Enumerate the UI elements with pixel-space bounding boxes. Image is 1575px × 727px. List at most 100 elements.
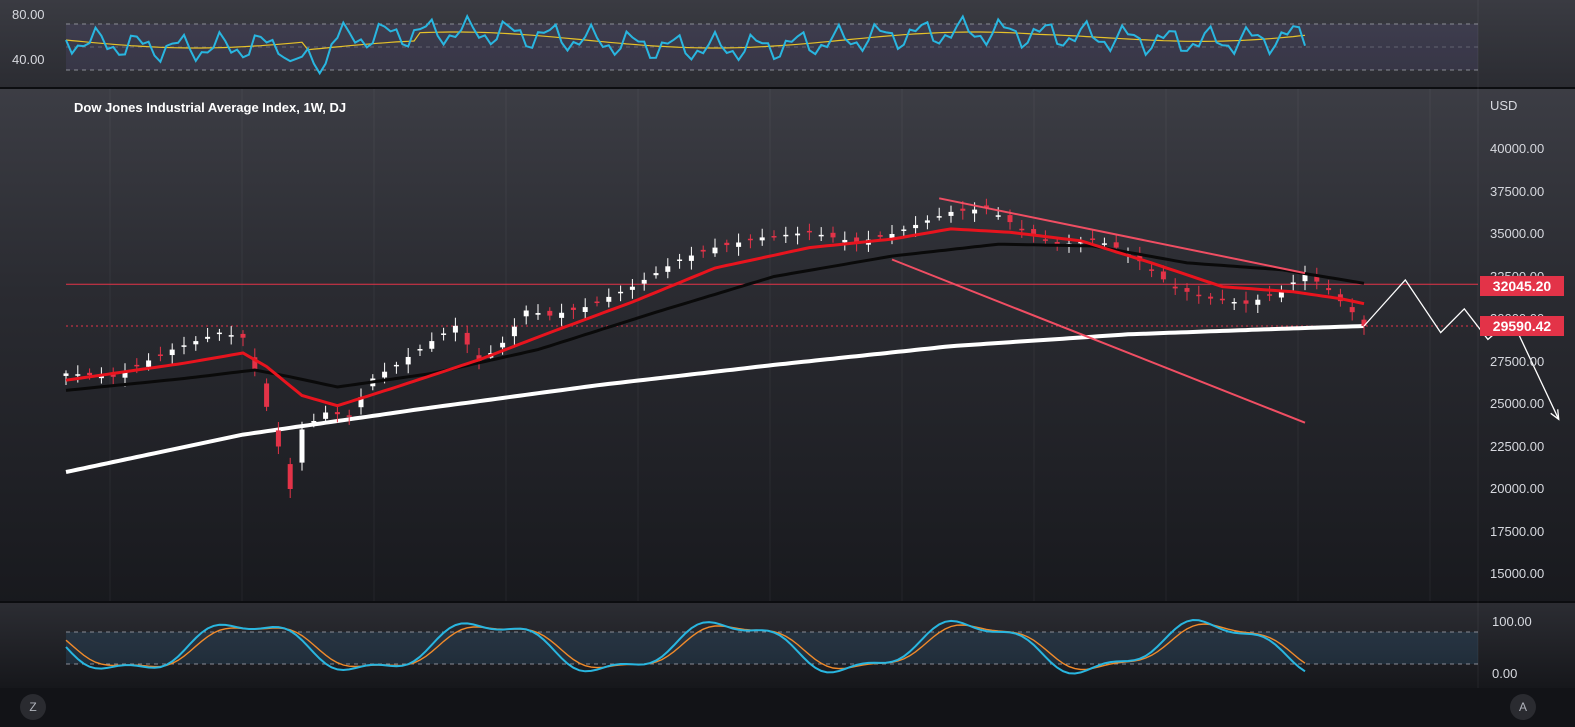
bearish-candle xyxy=(960,208,966,211)
bearish-candle xyxy=(464,332,470,345)
chart-title: Dow Jones Industrial Average Index, 1W, … xyxy=(74,100,347,115)
bearish-candle xyxy=(1349,307,1355,313)
bullish-candle xyxy=(559,312,565,318)
bearish-candle xyxy=(700,249,706,252)
bullish-candle xyxy=(1278,291,1284,298)
bullish-candle xyxy=(299,429,305,463)
price-tick-label: 22500.00 xyxy=(1490,438,1545,454)
bearish-candle xyxy=(724,242,730,246)
bullish-candle xyxy=(783,234,789,237)
bullish-candle xyxy=(146,360,152,367)
bullish-candle xyxy=(665,266,671,272)
bullish-candle xyxy=(948,211,954,216)
bullish-candle xyxy=(452,325,458,333)
bullish-candle xyxy=(75,374,81,376)
scale-z-button[interactable]: Z xyxy=(20,694,46,720)
bullish-candle xyxy=(63,373,69,376)
rsi-tick-80: 80.00 xyxy=(12,7,45,22)
bearish-candle xyxy=(594,301,600,304)
price-tick-label: 20000.00 xyxy=(1490,481,1545,496)
bullish-candle xyxy=(913,224,919,229)
bullish-candle xyxy=(169,349,175,356)
bullish-candle xyxy=(535,313,541,315)
bearish-candle xyxy=(771,236,777,238)
bullish-candle xyxy=(393,364,399,367)
price-tick-label: 15000.00 xyxy=(1490,566,1545,581)
rsi-tick-40: 40.00 xyxy=(12,52,45,67)
bearish-candle xyxy=(264,383,270,407)
bearish-candle xyxy=(1243,300,1249,304)
bearish-candle xyxy=(287,464,293,489)
bearish-candle xyxy=(87,372,93,376)
bullish-candle xyxy=(1255,299,1261,305)
sma-long-line xyxy=(65,324,1365,474)
bullish-candle xyxy=(1231,302,1237,304)
bullish-candle xyxy=(205,336,211,339)
bearish-candle xyxy=(1219,298,1225,301)
bullish-candle xyxy=(417,349,423,351)
bearish-candle xyxy=(134,364,140,367)
bearish-candle xyxy=(1090,238,1096,240)
bearish-candle xyxy=(877,235,883,237)
bearish-candle xyxy=(547,310,553,316)
bearish-candle xyxy=(334,412,340,415)
bullish-candle xyxy=(618,291,624,294)
channel-upper-line xyxy=(938,197,1306,275)
bearish-candle xyxy=(1326,288,1332,291)
bearish-candle xyxy=(1149,269,1155,271)
bullish-candle xyxy=(228,335,234,337)
resistance-price-badge: 32045.20 xyxy=(1480,276,1564,296)
bearish-candle xyxy=(346,415,352,417)
bullish-candle xyxy=(629,286,635,290)
bullish-candle xyxy=(382,371,388,378)
price-tick-label: 37500.00 xyxy=(1490,183,1545,199)
bullish-candle xyxy=(429,341,435,349)
bullish-candle xyxy=(323,412,329,419)
price-tick-label: 25000.00 xyxy=(1490,396,1545,411)
bullish-candle xyxy=(181,345,187,347)
bullish-candle xyxy=(759,237,765,241)
bullish-candle xyxy=(500,342,506,348)
bearish-candle xyxy=(1172,286,1178,289)
bullish-candle xyxy=(1290,282,1296,284)
bullish-candle xyxy=(216,332,222,335)
bearish-candle xyxy=(1019,228,1025,231)
price-tick-label: 35000.00 xyxy=(1490,226,1545,241)
bullish-candle xyxy=(1101,243,1107,245)
bearish-candle xyxy=(1361,319,1367,326)
bullish-candle xyxy=(712,247,718,254)
bearish-candle xyxy=(275,430,281,447)
bullish-candle xyxy=(641,279,647,284)
bullish-candle xyxy=(523,310,529,317)
bearish-candle xyxy=(1160,271,1166,280)
bullish-candle xyxy=(677,259,683,261)
bullish-candle xyxy=(795,233,801,236)
bullish-candle xyxy=(995,215,1001,217)
auto-scale-button[interactable]: A xyxy=(1510,694,1536,720)
bullish-candle xyxy=(924,220,930,223)
bullish-candle xyxy=(582,307,588,312)
price-tick-label: 17500.00 xyxy=(1490,523,1545,539)
bearish-candle xyxy=(1196,294,1202,297)
stoch-tick-0: 0.00 xyxy=(1492,666,1518,681)
bullish-candle xyxy=(972,209,978,214)
bullish-candle xyxy=(818,234,824,237)
bullish-candle xyxy=(311,421,317,423)
bullish-candle xyxy=(193,341,199,345)
bearish-candle xyxy=(1184,288,1190,292)
bullish-candle xyxy=(688,255,694,261)
bullish-candle xyxy=(511,326,517,337)
bearish-candle xyxy=(157,354,163,356)
currency-label: USD xyxy=(1490,98,1518,113)
bearish-candle xyxy=(1007,215,1013,223)
bearish-candle xyxy=(1113,242,1119,248)
bearish-candle xyxy=(570,307,576,310)
price-tick-label: 27500.00 xyxy=(1490,353,1545,369)
bullish-candle xyxy=(441,333,447,335)
bullish-candle xyxy=(405,356,411,365)
bearish-candle xyxy=(830,232,836,238)
bearish-candle xyxy=(1267,294,1273,296)
bearish-candle xyxy=(240,333,246,338)
bearish-candle xyxy=(1208,296,1214,299)
stoch-tick-100: 100.00 xyxy=(1492,614,1532,629)
